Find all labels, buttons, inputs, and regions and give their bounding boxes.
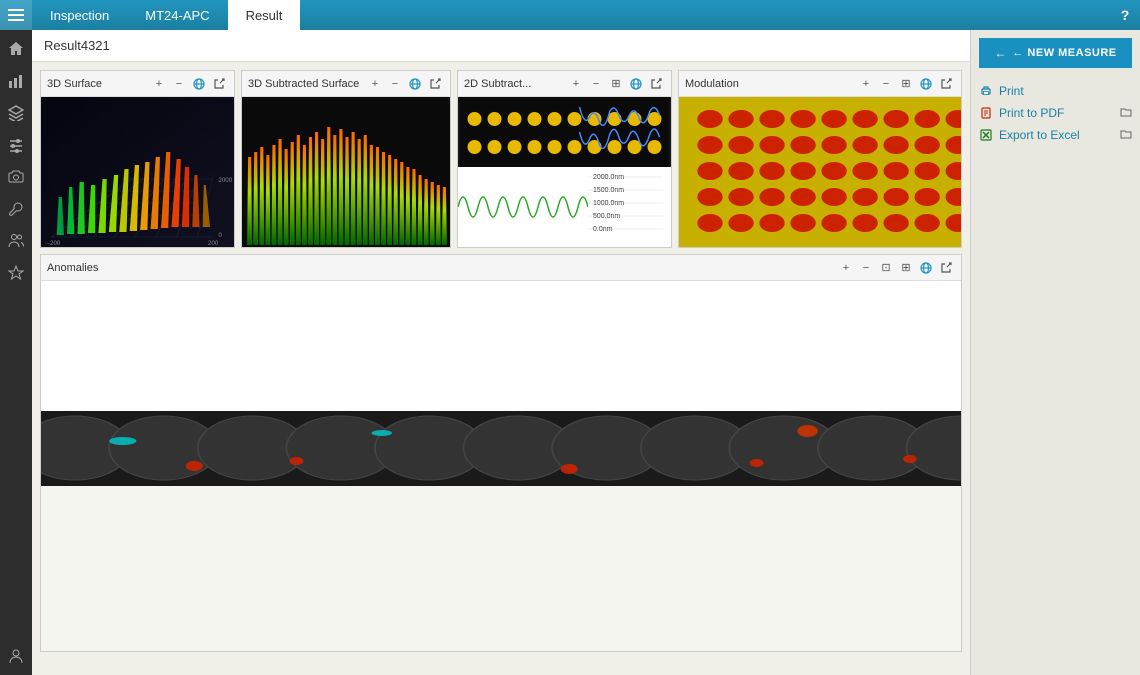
sidebar-icon-home[interactable]: [1, 34, 31, 64]
panel-3d-surface: 3D Surface + −: [40, 70, 235, 248]
result-header: Result4321: [32, 30, 970, 62]
export-btn-mod[interactable]: [937, 75, 955, 93]
settings-btn-2d[interactable]: ⊞: [607, 75, 625, 93]
svg-text:2000: 2000: [218, 177, 233, 184]
excel-icon: [979, 128, 993, 142]
svg-text:2000.0nm: 2000.0nm: [593, 174, 624, 181]
zoom-in-btn-3d[interactable]: +: [150, 75, 168, 93]
panel-3d-surface-content: −200 200 2000 0: [41, 97, 234, 247]
sidebar-icon-chart[interactable]: [1, 66, 31, 96]
pdf-icon: [979, 106, 993, 120]
subtracted-3d-viz: [242, 97, 450, 247]
svg-text:0: 0: [218, 232, 222, 239]
modulation-viz: [679, 97, 961, 247]
help-button[interactable]: ?: [1110, 0, 1140, 30]
arrow-left-icon: ←: [994, 46, 1006, 60]
panel-3d-subtracted-header: 3D Subtracted Surface + −: [242, 71, 450, 97]
sidebar-icon-layers[interactable]: [1, 98, 31, 128]
print-label: Print: [999, 84, 1024, 98]
panel-modulation-header: Modulation + − ⊞: [679, 71, 961, 97]
zoom-out-btn-anom[interactable]: −: [857, 259, 875, 277]
anomalies-strip: [41, 411, 961, 486]
zoom-in-btn-2d[interactable]: +: [567, 75, 585, 93]
sidebar-icon-camera[interactable]: [1, 162, 31, 192]
top-bar: Inspection MT24-APC Result ?: [0, 0, 1140, 30]
svg-text:−200: −200: [46, 240, 61, 247]
svg-text:1500.0nm: 1500.0nm: [593, 187, 624, 194]
sidebar-icon-people[interactable]: [1, 226, 31, 256]
content-area: Result4321 3D Surface + −: [32, 30, 970, 675]
export-btn-anom[interactable]: [937, 259, 955, 277]
panel-anomalies-title: Anomalies: [47, 262, 835, 274]
hamburger-icon: [8, 9, 24, 21]
export-excel-label: Export to Excel: [999, 128, 1080, 142]
svg-text:0.0nm: 0.0nm: [593, 226, 613, 233]
globe-btn-3d[interactable]: [190, 75, 208, 93]
excel-folder-icon: [1120, 129, 1132, 142]
zoom-in-btn-sub[interactable]: +: [366, 75, 384, 93]
zoom-fit-btn-anom[interactable]: ⊡: [877, 259, 895, 277]
zoom-in-btn-mod[interactable]: +: [857, 75, 875, 93]
panel-modulation-title: Modulation: [685, 78, 855, 90]
export-btn-2d[interactable]: [647, 75, 665, 93]
panel-3d-surface-title: 3D Surface: [47, 78, 148, 90]
zoom-out-btn-2d[interactable]: −: [587, 75, 605, 93]
settings-btn-mod[interactable]: ⊞: [897, 75, 915, 93]
surface-3d-viz: −200 200 2000 0: [41, 97, 234, 247]
panel-modulation-content: [679, 97, 961, 247]
tab-inspection[interactable]: Inspection: [32, 0, 127, 30]
globe-btn-sub[interactable]: [406, 75, 424, 93]
globe-btn-anom[interactable]: [917, 259, 935, 277]
panel-modulation: Modulation + − ⊞: [678, 70, 962, 248]
menu-button[interactable]: [0, 0, 32, 30]
panel-anomalies: Anomalies + − ⊡ ⊞: [40, 254, 962, 652]
globe-btn-mod[interactable]: [917, 75, 935, 93]
sidebar: [0, 30, 32, 675]
panel-2d-subtracted-title: 2D Subtract...: [464, 78, 565, 90]
sidebar-icon-star[interactable]: [1, 258, 31, 288]
print-pdf-label: Print to PDF: [999, 106, 1064, 120]
panel-2d-inner: 2000.0nm 1500.0nm 1000.0nm 500.0nm 0.0nm: [458, 97, 671, 247]
panel-2d-subtracted-content: 2000.0nm 1500.0nm 1000.0nm 500.0nm 0.0nm: [458, 97, 671, 247]
panel-3d-subtracted-title: 3D Subtracted Surface: [248, 78, 364, 90]
export-btn-3d[interactable]: [210, 75, 228, 93]
svg-text:200: 200: [208, 240, 219, 247]
zoom-out-btn-3d[interactable]: −: [170, 75, 188, 93]
panel-3d-subtracted-content: [242, 97, 450, 247]
tab-result[interactable]: Result: [228, 0, 301, 30]
anomalies-content: [41, 281, 961, 651]
print-icon: [979, 84, 993, 98]
tab-mt24apc[interactable]: MT24-APC: [127, 0, 227, 30]
top-panels-row: 3D Surface + −: [40, 70, 962, 248]
sidebar-icon-sliders[interactable]: [1, 130, 31, 160]
pdf-folder-icon: [1120, 107, 1132, 120]
main-layout: Result4321 3D Surface + −: [0, 30, 1140, 675]
zoom-in-btn-anom[interactable]: +: [837, 259, 855, 277]
panel-2d-subtracted-header: 2D Subtract... + − ⊞: [458, 71, 671, 97]
panel-3d-subtracted: 3D Subtracted Surface + −: [241, 70, 451, 248]
new-measure-button[interactable]: ← ← NEW MEASURE: [979, 38, 1132, 68]
svg-text:500.0nm: 500.0nm: [593, 213, 620, 220]
sidebar-icon-user[interactable]: [1, 641, 31, 671]
panels-area[interactable]: 3D Surface + −: [32, 62, 970, 675]
zoom-out-btn-mod[interactable]: −: [877, 75, 895, 93]
2d-bottom-chart: 2000.0nm 1500.0nm 1000.0nm 500.0nm 0.0nm: [458, 167, 671, 247]
zoom-out-btn-sub[interactable]: −: [386, 75, 404, 93]
right-panel: ← ← NEW MEASURE Print Print to: [970, 30, 1140, 675]
globe-btn-2d[interactable]: [627, 75, 645, 93]
panel-3d-surface-header: 3D Surface + −: [41, 71, 234, 97]
print-pdf-action[interactable]: Print to PDF: [979, 102, 1132, 124]
svg-text:1000.0nm: 1000.0nm: [593, 200, 624, 207]
panel-anomalies-header: Anomalies + − ⊡ ⊞: [41, 255, 961, 281]
result-title: Result4321: [44, 38, 110, 53]
2d-top-image: [458, 97, 671, 167]
print-action[interactable]: Print: [979, 80, 1132, 102]
settings-btn-anom[interactable]: ⊞: [897, 259, 915, 277]
sidebar-icon-tools[interactable]: [1, 194, 31, 224]
export-excel-action[interactable]: Export to Excel: [979, 124, 1132, 146]
export-btn-sub[interactable]: [426, 75, 444, 93]
panel-2d-subtracted: 2D Subtract... + − ⊞: [457, 70, 672, 248]
